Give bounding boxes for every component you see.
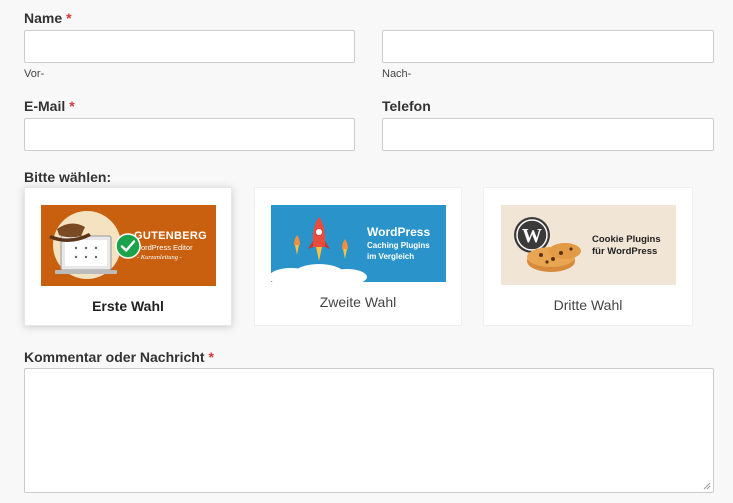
cookie-subtitle: für WordPress <box>592 246 658 257</box>
gutenberg-title: GUTENBERG <box>134 230 207 242</box>
email-input[interactable] <box>24 118 355 151</box>
gutenberg-tagline: - Kurzanleitung - <box>137 254 182 261</box>
choice-option-1[interactable]: GUTENBERG WordPress Editor - Kurzanleitu… <box>24 187 232 326</box>
cookie-thumbnail-image: W <box>501 205 676 285</box>
first-name-input[interactable] <box>24 30 355 63</box>
caching-thumbnail: WordPress Caching Plugins im Vergleich <box>271 205 446 282</box>
choice-label: Bitte wählen: <box>24 169 111 185</box>
choice-option-3-caption: Dritte Wahl <box>553 297 623 313</box>
choice-option-2-caption: Zweite Wahl <box>319 294 397 310</box>
email-label-text: E-Mail <box>24 98 66 114</box>
first-name-sublabel: Vor- <box>24 68 45 80</box>
phone-label: Telefon <box>382 98 431 114</box>
last-name-input[interactable] <box>382 30 714 63</box>
choice-option-3[interactable]: W Cookie Plugins für WordPress Dritte Wa… <box>483 187 693 326</box>
resize-grip-icon[interactable] <box>703 482 711 490</box>
gutenberg-thumbnail: GUTENBERG WordPress Editor - Kurzanleitu… <box>41 205 216 286</box>
choice-option-1-caption: Erste Wahl <box>92 298 164 314</box>
caching-tagline: im Vergleich <box>367 252 415 261</box>
name-label-text: Name <box>24 10 63 26</box>
cookie-thumbnail: W Cookie Plugins für WordPress <box>501 205 676 285</box>
phone-label-text: Telefon <box>382 98 431 114</box>
phone-input[interactable] <box>382 118 714 151</box>
last-name-sublabel: Nach- <box>382 68 412 80</box>
check-circle-icon <box>115 233 141 259</box>
comment-label: Kommentar oder Nachricht * <box>24 349 214 365</box>
caching-title: WordPress <box>367 225 431 239</box>
name-label: Name * <box>24 10 72 26</box>
comment-required-mark: * <box>208 349 214 365</box>
comment-textarea[interactable] <box>24 368 714 493</box>
email-required-mark: * <box>69 98 75 114</box>
svg-text:W: W <box>522 225 542 247</box>
caching-subtitle: Caching Plugins <box>367 241 430 250</box>
cookie-title: Cookie Plugins <box>592 234 661 245</box>
choice-option-2[interactable]: WordPress Caching Plugins im Vergleich Z… <box>254 187 462 326</box>
gutenberg-subtitle: WordPress Editor <box>134 243 193 252</box>
name-required-mark: * <box>66 10 72 26</box>
choice-label-text: Bitte wählen: <box>24 169 112 185</box>
comment-label-text: Kommentar oder Nachricht <box>24 349 205 365</box>
email-label: E-Mail * <box>24 98 75 114</box>
